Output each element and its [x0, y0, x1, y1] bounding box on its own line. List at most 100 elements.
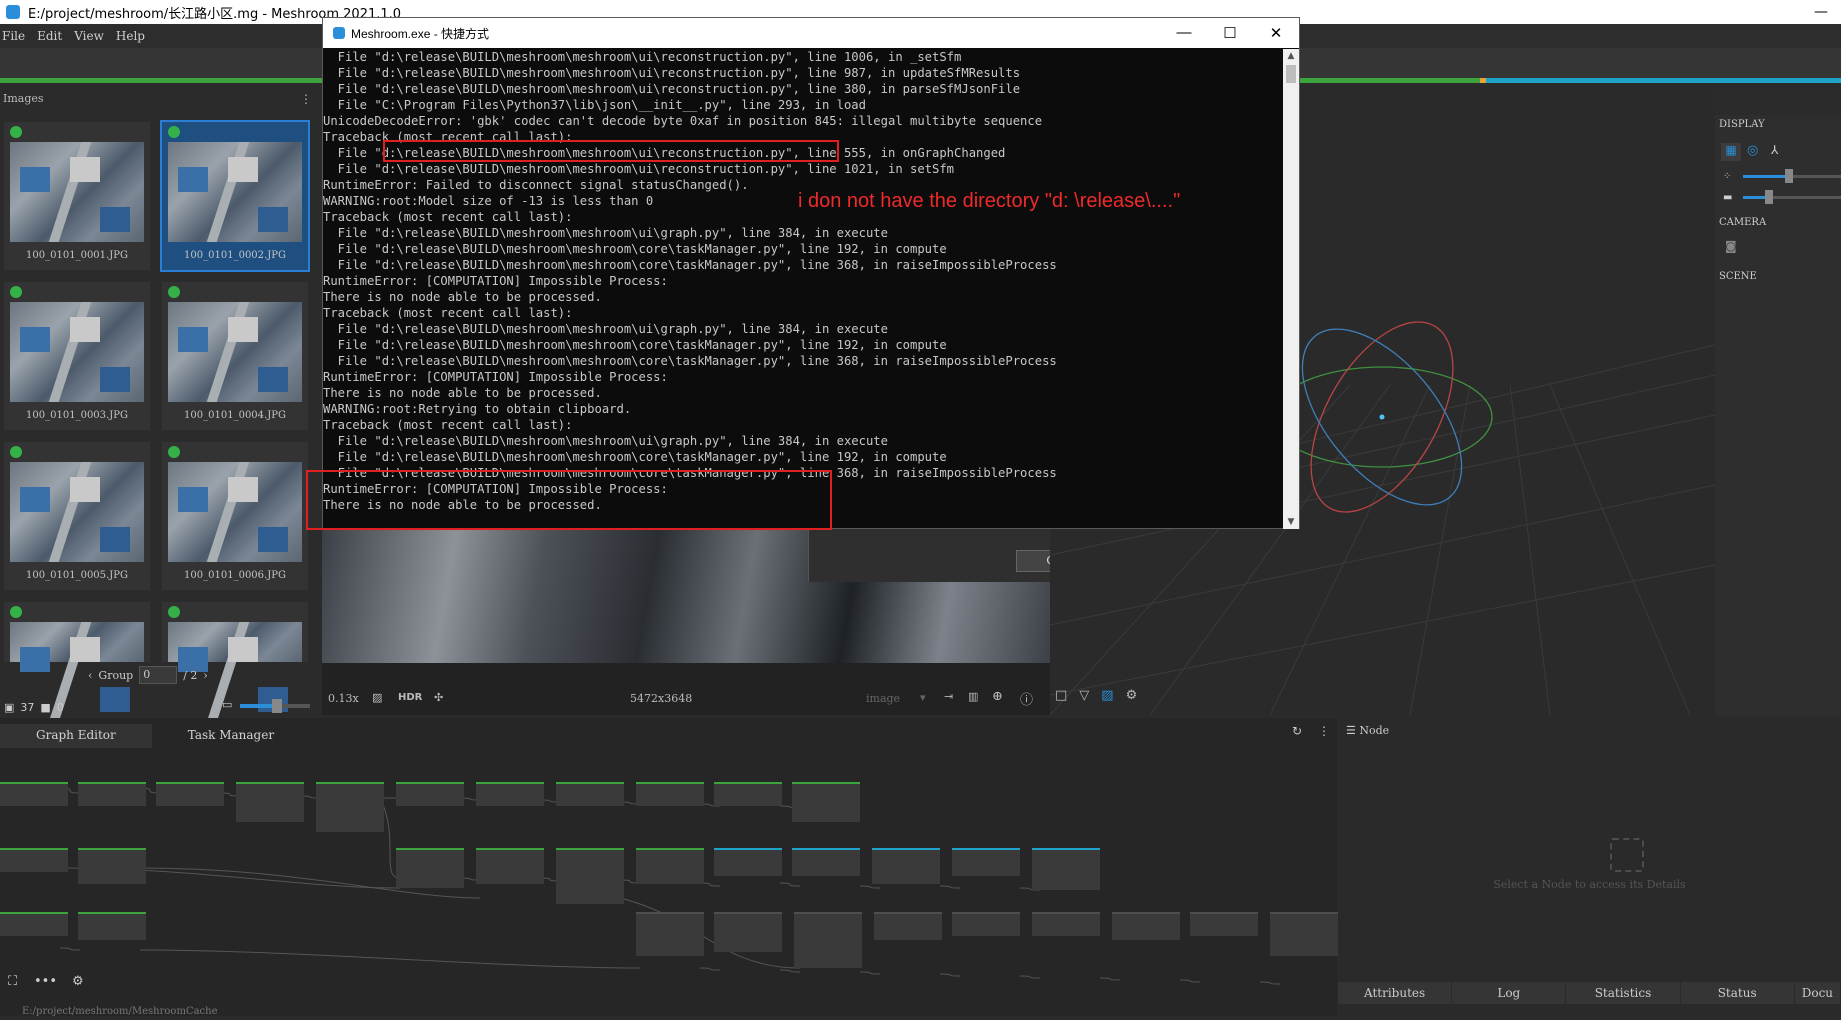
square-icon[interactable]: □: [1055, 688, 1067, 708]
image-thumbnail[interactable]: [162, 602, 308, 672]
console-line: File "d:\release\BUILD\meshroom\meshroom…: [323, 450, 947, 464]
target-icon[interactable]: ◎: [1747, 143, 1758, 158]
axis-icon[interactable]: ⅄: [1771, 143, 1778, 157]
graph-node[interactable]: [0, 848, 68, 872]
graph-node[interactable]: [874, 912, 942, 940]
slider-handle[interactable]: [272, 699, 282, 713]
menu-help[interactable]: Help: [114, 29, 155, 43]
3d-toolbar: □ ▽ ▨ ⚙: [1055, 688, 1195, 708]
next-group-button[interactable]: ›: [203, 669, 207, 682]
image-thumbnail[interactable]: 100_0101_0001.JPG: [4, 122, 150, 270]
image-thumbnail-selected[interactable]: 100_0101_0002.JPG: [160, 120, 310, 272]
images-menu-icon[interactable]: ⋮: [300, 92, 312, 106]
console-line: File "d:\release\BUILD\meshroom\meshroom…: [323, 338, 947, 352]
console-line: File "d:\release\BUILD\meshroom\meshroom…: [323, 66, 1021, 80]
graph-node[interactable]: [476, 848, 544, 884]
slider-handle[interactable]: [1785, 169, 1793, 183]
graph-node[interactable]: [1270, 912, 1338, 956]
node-tabs: Attributes Log Statistics Status Docu: [1338, 982, 1841, 1004]
aerial-photo: [10, 142, 144, 242]
graph-node[interactable]: [1032, 912, 1100, 936]
color-picker-icon[interactable]: ✣: [434, 691, 443, 704]
close-button[interactable]: ✕: [1253, 24, 1299, 42]
group-select[interactable]: 0: [139, 666, 178, 684]
globe-icon[interactable]: ⊕: [992, 689, 1003, 704]
graph-node[interactable]: [156, 782, 224, 806]
scroll-thumb[interactable]: [1286, 65, 1296, 83]
graph-node[interactable]: [872, 848, 940, 884]
graph-node[interactable]: [714, 848, 782, 876]
settings-icon[interactable]: ⚙: [1126, 688, 1138, 708]
graph-node[interactable]: [78, 848, 146, 884]
minimize-button[interactable]: —: [1161, 24, 1207, 42]
graph-node[interactable]: [636, 782, 704, 806]
image-thumbnail[interactable]: 100_0101_0005.JPG: [4, 442, 150, 590]
tab-documentation[interactable]: Docu: [1794, 982, 1841, 1004]
fit-icon[interactable]: ⇥: [944, 690, 953, 703]
histogram-icon[interactable]: ▥: [968, 690, 978, 703]
graph-node[interactable]: [714, 912, 782, 952]
menu-file[interactable]: File: [0, 29, 35, 43]
node-panel: [1338, 718, 1841, 1016]
scroll-up-icon[interactable]: ▲: [1283, 51, 1299, 61]
camera-icon[interactable]: ◙: [1725, 239, 1737, 253]
texture-icon[interactable]: ▨: [1101, 688, 1113, 708]
graph-node[interactable]: [476, 782, 544, 806]
image-mode-select[interactable]: image: [866, 692, 900, 705]
graph-node[interactable]: [714, 782, 782, 806]
graph-node[interactable]: [556, 782, 624, 806]
graph-node[interactable]: [78, 782, 146, 806]
menu-view[interactable]: View: [72, 29, 114, 43]
graph-node[interactable]: [396, 782, 464, 806]
meshroom-logo-icon: [6, 5, 20, 19]
prev-group-button[interactable]: ‹: [88, 669, 92, 682]
tab-status[interactable]: Status: [1680, 982, 1795, 1004]
graph-node[interactable]: [636, 848, 704, 884]
graph-node[interactable]: [236, 782, 304, 822]
graph-node[interactable]: [792, 848, 860, 876]
graph-node[interactable]: [792, 782, 860, 822]
info-icon[interactable]: ⓘ: [1020, 689, 1033, 708]
graph-node[interactable]: [636, 912, 704, 956]
hdr-toggle[interactable]: HDR: [398, 692, 422, 703]
console-scrollbar[interactable]: ▲ ▼: [1283, 49, 1299, 529]
graph-node[interactable]: [794, 912, 862, 968]
graph-menu-icon[interactable]: ⋮: [1318, 724, 1330, 738]
tab-log[interactable]: Log: [1452, 982, 1567, 1004]
graph-node[interactable]: [952, 912, 1020, 936]
graph-node[interactable]: [1032, 848, 1100, 890]
tab-attributes[interactable]: Attributes: [1338, 982, 1453, 1004]
tab-task-manager[interactable]: Task Manager: [152, 724, 310, 748]
thumbnail-size-icon[interactable]: ▭: [222, 698, 232, 711]
graph-node[interactable]: [1190, 912, 1258, 936]
graph-node[interactable]: [952, 848, 1020, 876]
graph-node[interactable]: [316, 782, 384, 832]
chevron-down-icon[interactable]: ▾: [920, 691, 926, 704]
graph-node[interactable]: [1112, 912, 1180, 940]
node-placeholder-icon: [1610, 838, 1644, 872]
tab-statistics[interactable]: Statistics: [1566, 982, 1681, 1004]
graph-node[interactable]: [556, 848, 624, 904]
refresh-icon[interactable]: ↻: [1292, 724, 1302, 738]
triangle-icon[interactable]: ▽: [1079, 688, 1089, 708]
image-thumbnail[interactable]: 100_0101_0003.JPG: [4, 282, 150, 430]
slider-handle[interactable]: [1765, 190, 1773, 204]
graph-node[interactable]: [0, 912, 68, 936]
scroll-down-icon[interactable]: ▼: [1283, 517, 1299, 527]
maximize-button[interactable]: ☐: [1207, 24, 1253, 42]
graph-node[interactable]: [78, 912, 146, 940]
menu-edit[interactable]: Edit: [35, 29, 72, 43]
minimize-button[interactable]: —: [1801, 4, 1841, 20]
fit-view-icon[interactable]: ⛶: [8, 974, 17, 989]
tab-graph-editor[interactable]: Graph Editor: [0, 724, 152, 748]
graph-node[interactable]: [0, 782, 68, 806]
gear-icon[interactable]: ⚙: [72, 974, 84, 989]
hatch-icon[interactable]: ▨: [372, 691, 382, 704]
image-thumbnail[interactable]: [4, 602, 150, 672]
image-thumbnail[interactable]: 100_0101_0004.JPG: [162, 282, 308, 430]
more-icon[interactable]: •••: [34, 974, 57, 989]
grid-icon[interactable]: ▦: [1721, 143, 1741, 161]
image-thumbnail[interactable]: 100_0101_0006.JPG: [162, 442, 308, 590]
graph-node[interactable]: [396, 848, 464, 888]
console-output[interactable]: File "d:\release\BUILD\meshroom\meshroom…: [323, 49, 1283, 529]
